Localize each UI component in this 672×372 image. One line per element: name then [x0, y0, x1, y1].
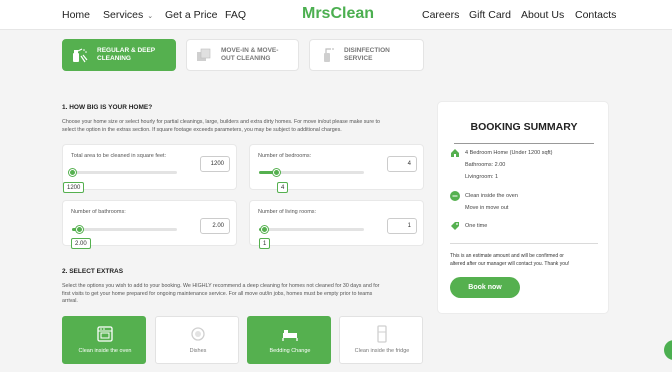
bathrooms-label: Number of bathrooms:	[71, 209, 126, 215]
living-rooms-slider-handle[interactable]	[261, 226, 269, 233]
extra-dishes[interactable]: Dishes	[155, 316, 239, 364]
nav-careers-link[interactable]: Careers	[422, 9, 459, 21]
moving-box-icon	[197, 48, 211, 61]
section-description: Choose your home size or select hourly f…	[62, 119, 380, 133]
nav-faq-link[interactable]: FAQ	[225, 9, 246, 21]
section-heading-home-size: 1. HOW BIG IS YOUR HOME?	[62, 104, 153, 111]
extra-clean-fridge[interactable]: Clean inside the fridge	[339, 316, 423, 364]
disinfection-sprayer-icon	[324, 48, 334, 62]
dishes-icon	[191, 327, 205, 341]
area-label: Total area to be cleaned in square feet:	[71, 153, 167, 159]
summary-divider	[454, 143, 594, 144]
living-rooms-label: Number of living rooms:	[258, 209, 317, 215]
nav-about-link[interactable]: About Us	[521, 9, 564, 21]
bedrooms-slider-track[interactable]	[259, 169, 364, 176]
summary-note: This is an estimate amount and will be c…	[450, 253, 570, 267]
bathrooms-input[interactable]: 2.00	[200, 218, 230, 234]
living-rooms-input[interactable]: 1	[387, 218, 417, 234]
nav-services-label: Services	[103, 9, 144, 21]
cleaning-spray-icon	[73, 48, 88, 63]
extra-clean-oven[interactable]: Clean inside the oven	[62, 316, 146, 364]
bedrooms-slider-handle[interactable]	[272, 169, 280, 176]
bedrooms-value-bubble: 4	[277, 182, 289, 193]
extra-label: Clean inside the fridge	[354, 348, 410, 354]
section-heading-extras: 2. SELECT EXTRAS	[62, 268, 124, 275]
bathrooms-value-bubble: 2.00	[71, 238, 91, 249]
bedrooms-label: Number of bedrooms:	[258, 153, 312, 159]
nav-contacts-link[interactable]: Contacts	[575, 9, 616, 21]
nav-gift-card-link[interactable]: Gift Card	[469, 9, 511, 21]
extra-label: Dishes	[189, 348, 207, 354]
extra-bedding-change[interactable]: Bedding Change	[247, 316, 331, 364]
bed-icon	[282, 330, 298, 341]
extra-label: Clean inside the oven	[78, 348, 132, 354]
chat-widget-icon[interactable]	[664, 340, 672, 360]
bedrooms-input[interactable]: 4	[387, 156, 417, 172]
bathrooms-slider-track[interactable]	[72, 226, 177, 233]
area-value-bubble: 1200	[63, 182, 85, 193]
service-tab-label: REGULAR & DEEP CLEANING	[97, 47, 156, 62]
oven-icon	[97, 326, 113, 342]
service-tab-label: DISINFECTION SERVICE	[344, 47, 390, 62]
summary-bathrooms: Bathrooms: 2.00	[465, 162, 506, 168]
book-now-button[interactable]: Book now	[450, 277, 520, 298]
summary-separator	[450, 243, 598, 244]
living-rooms-value-bubble: 1	[259, 238, 271, 249]
area-slider-card: Total area to be cleaned in square feet:…	[62, 144, 237, 190]
service-tab-move-in-out[interactable]: MOVE-IN & MOVE- OUT CLEANING	[186, 39, 299, 71]
nav-home-link[interactable]: Home	[62, 9, 90, 21]
living-rooms-slider-card: Number of living rooms: 1	[249, 200, 424, 246]
fridge-icon	[377, 325, 387, 343]
area-input[interactable]: 1200	[200, 156, 230, 172]
nav-get-price-link[interactable]: Get a Price	[165, 9, 218, 21]
bedrooms-slider-card: Number of bedrooms: 4	[249, 144, 424, 190]
summary-home-size: 4 Bedroom Home (Under 1200 sqft)	[465, 150, 553, 156]
extras-icon	[450, 191, 460, 201]
area-slider-track[interactable]	[69, 169, 177, 176]
summary-livingrooms: Livingroom: 1	[465, 174, 499, 180]
extra-label: Bedding Change	[269, 348, 311, 354]
summary-frequency: One time	[465, 223, 488, 229]
top-navbar: Home Services ⌄ Get a Price FAQ MrsClean …	[0, 0, 672, 30]
logo[interactable]: MrsClean	[302, 5, 374, 23]
bathrooms-slider-handle[interactable]	[76, 226, 84, 233]
nav-services-link[interactable]: Services ⌄	[103, 9, 153, 21]
booking-summary-title: BOOKING SUMMARY	[470, 121, 578, 133]
chevron-down-icon: ⌄	[147, 13, 154, 20]
area-slider-handle[interactable]	[69, 169, 76, 176]
section-description: Select the options you wish to add to yo…	[62, 283, 380, 304]
price-tag-icon	[451, 222, 459, 230]
summary-extra-oven: Clean inside the oven	[465, 193, 518, 199]
summary-extra-move: Move in move out	[465, 205, 509, 211]
service-tab-disinfection[interactable]: DISINFECTION SERVICE	[309, 39, 424, 71]
living-rooms-slider-track[interactable]	[259, 226, 364, 233]
booking-summary-panel: BOOKING SUMMARY 4 Bedroom Home (Under 12…	[437, 101, 609, 314]
home-icon	[451, 149, 459, 157]
service-tab-label: MOVE-IN & MOVE- OUT CLEANING	[221, 47, 279, 62]
service-tab-regular-deep[interactable]: REGULAR & DEEP CLEANING	[62, 39, 176, 71]
